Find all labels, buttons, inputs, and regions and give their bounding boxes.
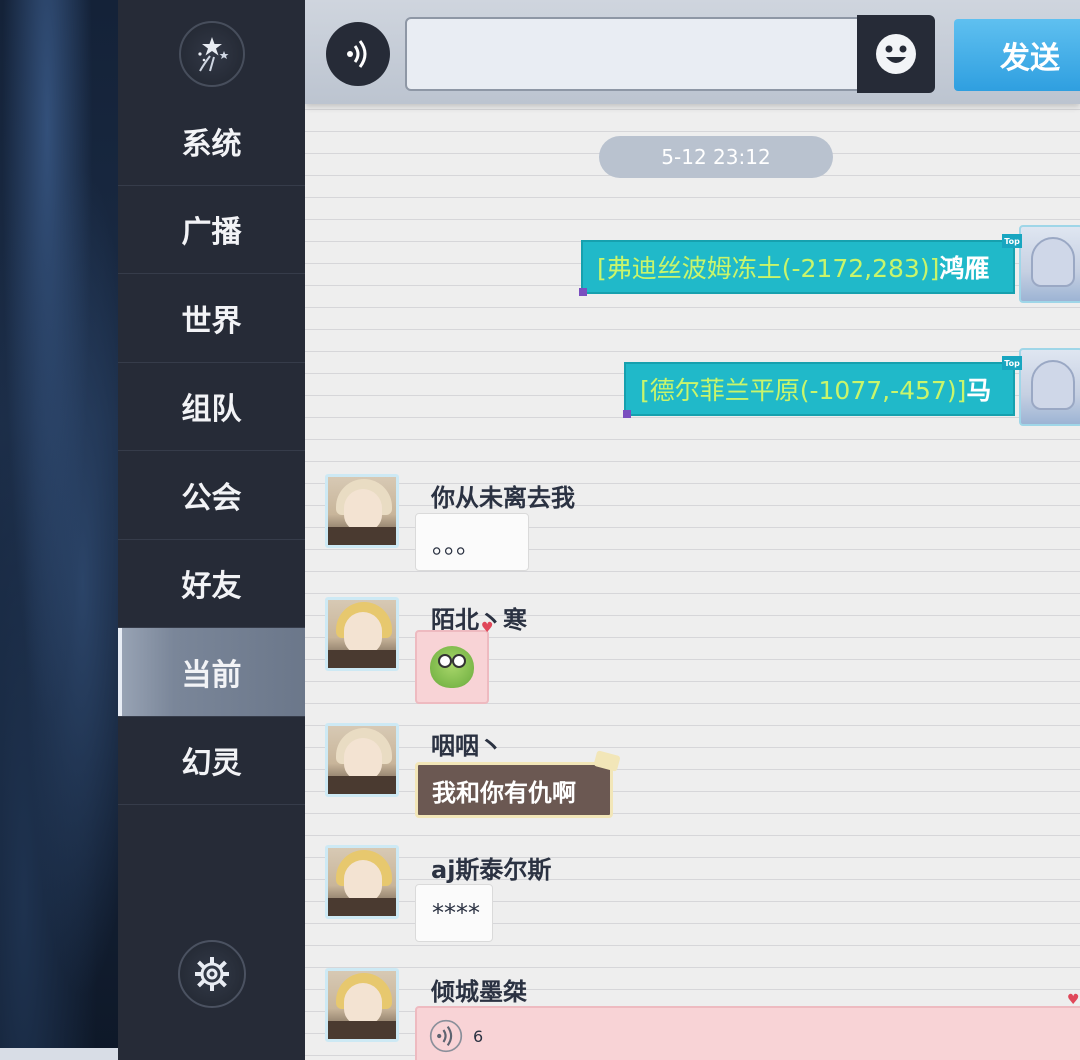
top-badge: Top [1002,234,1022,248]
sender-name[interactable]: aj斯泰尔斯 [431,850,551,885]
top-badge: Top [1002,356,1022,370]
sender-name[interactable]: 咽咽丶 [431,726,503,761]
tab-friends[interactable]: 好友 [118,540,305,628]
tab-world[interactable]: 世界 [118,274,305,363]
voice-icon [347,40,367,68]
message-bubble[interactable]: 。。。 [415,513,529,571]
location-link[interactable]: [德尔菲兰平原(-1077,-457)] [640,371,966,407]
tab-system[interactable]: 系统 [118,97,305,186]
tab-spirit[interactable]: 幻灵 [118,717,305,805]
self-avatar[interactable] [1019,348,1080,426]
tab-broadcast[interactable]: 广播 [118,186,305,274]
message-text: 鸿雁 [939,254,990,283]
tab-current[interactable]: 当前 [118,628,305,717]
settings-button[interactable] [178,940,246,1008]
voice-duration: 6 [473,1026,484,1046]
outgoing-message[interactable]: [弗迪丝波姆冻土(-2172,283)] 鸿雁 [581,240,1015,294]
gear-icon [195,957,229,991]
voice-message-bubble[interactable]: 6 [415,1006,1080,1060]
sender-name[interactable]: 你从未离去我 [431,478,575,513]
message-text: 。。。 [432,530,480,559]
sender-name[interactable]: 倾城墨桀 [431,972,527,1007]
message-bubble[interactable]: 我和你有仇啊 [415,762,613,818]
fireworks-icon[interactable] [179,21,245,87]
game-world-backdrop [0,0,118,1060]
outgoing-message[interactable]: [德尔菲兰平原(-1077,-457)] 马 [624,362,1015,416]
channel-sidebar: 系统 广播 世界 组队 公会 好友 当前 幻灵 [118,0,305,1060]
heart-icon: ♥ [1067,992,1080,1008]
frog-sticker-icon [430,646,474,688]
tab-guild[interactable]: 公会 [118,451,305,540]
self-avatar[interactable] [1019,225,1080,303]
tab-team[interactable]: 组队 [118,363,305,451]
avatar[interactable] [325,845,399,919]
backdrop-strip [0,1048,118,1060]
message-text: **** [432,899,480,927]
bubble-decoration [579,288,587,296]
sticker-bubble[interactable] [415,630,489,704]
send-button[interactable]: 发送 [954,19,1080,91]
channel-tab-list: 系统 广播 世界 组队 公会 好友 当前 幻灵 [118,97,305,805]
avatar[interactable] [325,597,399,671]
heart-icon: ♥ [481,620,494,636]
message-text: 我和你有仇啊 [432,778,576,807]
avatar[interactable] [325,723,399,797]
message-timestamp: 5-12 23:12 [599,136,833,178]
location-link[interactable]: [弗迪丝波姆冻土(-2172,283)] [597,249,939,285]
avatar[interactable] [325,474,399,548]
voice-icon [429,1019,463,1053]
chat-input-bar: 发送 [305,0,1080,104]
smiley-face-icon [876,34,916,74]
emoji-button[interactable] [857,15,935,93]
chat-message-input[interactable] [405,17,865,91]
message-text: 马 [966,376,992,405]
chat-panel: 发送 5-12 23:12 [弗迪丝波姆冻土(-2172,283)] 鸿雁 Top… [305,0,1080,1060]
avatar[interactable] [325,968,399,1042]
bubble-decoration [623,410,631,418]
message-bubble[interactable]: **** [415,884,493,942]
voice-input-button[interactable] [326,22,390,86]
